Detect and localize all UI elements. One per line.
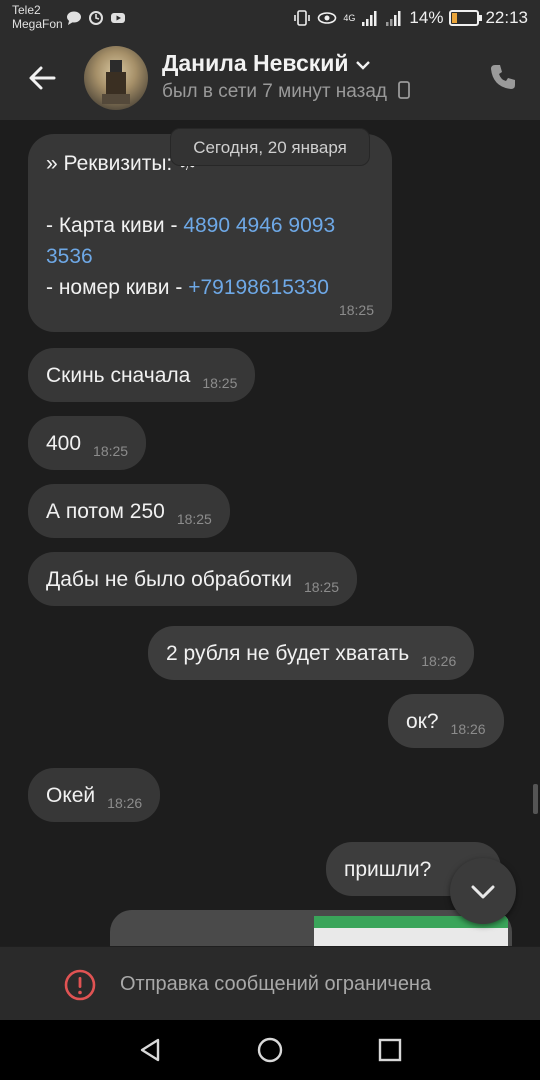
battery-icon <box>449 10 483 26</box>
network-type: 4G <box>343 13 356 23</box>
system-nav-bar <box>0 1020 540 1080</box>
chevron-down-icon[interactable] <box>355 60 371 70</box>
message-time: 18:26 <box>107 795 143 811</box>
message-time: 18:26 <box>450 721 486 737</box>
message-bubble-outgoing[interactable]: ок? 18:26 <box>388 694 504 748</box>
phone-number-link[interactable]: +79198615330 <box>188 276 329 299</box>
carrier-labels: Tele2 MegaFon <box>12 3 63 31</box>
message-line: 3536 <box>46 241 374 272</box>
message-bubble[interactable]: Дабы не было обработки 18:25 <box>28 552 357 606</box>
last-seen-text: был в сети 7 минут назад <box>162 81 388 102</box>
contact-name[interactable]: Данила Невский <box>162 50 371 77</box>
message-time: 18:25 <box>303 579 339 595</box>
nav-recents-icon[interactable] <box>376 1036 404 1064</box>
message-text: Окей <box>46 784 96 807</box>
message-time: 18:25 <box>93 443 129 459</box>
screen: Tele2 MegaFon 4G 14% 22:13 Данила Невски… <box>0 0 540 1080</box>
scroll-down-button[interactable] <box>450 858 516 924</box>
carrier-1: Tele2 <box>12 3 41 17</box>
message-bubble[interactable]: Окей 18:26 <box>28 768 161 822</box>
notification-icons <box>66 10 126 26</box>
warning-icon <box>64 969 96 1001</box>
restricted-banner: Отправка сообщений ограничена <box>0 946 540 1020</box>
avatar-figure-icon <box>102 60 130 104</box>
vibrate-icon <box>294 10 311 26</box>
message-time: 18:26 <box>421 653 457 669</box>
date-pill: Сегодня, 20 января <box>170 128 370 166</box>
message-text: Скинь сначала <box>46 364 191 387</box>
contact-name-text: Данила Невский <box>162 50 349 76</box>
signal-icon <box>362 11 377 26</box>
message-text: 2 рубля не будет хватать <box>166 642 410 665</box>
battery-percent: 14% <box>409 8 444 27</box>
back-arrow-icon[interactable] <box>24 60 60 96</box>
phone-label: - номер киви - <box>46 276 189 299</box>
phone-call-icon[interactable] <box>488 62 518 92</box>
message-bubble[interactable]: 400 18:25 <box>28 416 147 470</box>
message-bubble[interactable]: А потом 250 18:25 <box>28 484 230 538</box>
message-bubble-outgoing[interactable]: 2 рубля не будет хватать 18:26 <box>148 626 475 680</box>
chat-bubble-icon <box>67 11 81 25</box>
youtube-icon <box>111 13 125 23</box>
message-text: А потом 250 <box>46 500 165 523</box>
chevron-down-icon <box>471 885 495 899</box>
chat-header: Данила Невский был в сети 7 минут назад <box>0 38 540 120</box>
message-line: - номер киви - +79198615330 <box>46 272 374 303</box>
message-bubble[interactable]: Скинь сначала 18:25 <box>28 348 256 402</box>
nav-home-icon[interactable] <box>256 1036 284 1064</box>
card-label: - Карта киви - <box>46 214 184 237</box>
clock: 22:13 <box>485 8 528 27</box>
nav-back-icon[interactable] <box>136 1036 164 1064</box>
message-time: 18:25 <box>338 302 374 318</box>
message-line: - Карта киви - 4890 4946 9093 <box>46 210 374 241</box>
message-list[interactable]: » Реквизиты: ☘ - Карта киви - 4890 4946 … <box>0 120 540 946</box>
scrollbar[interactable] <box>533 784 538 814</box>
card-number-link-2[interactable]: 3536 <box>46 245 93 268</box>
message-empty-line <box>46 179 374 210</box>
last-seen: был в сети 7 минут назад <box>162 81 411 103</box>
message-text: 400 <box>46 432 82 455</box>
eye-icon <box>318 12 337 24</box>
message-time: 18:25 <box>176 511 212 527</box>
message-time: 18:25 <box>202 375 238 391</box>
card-number-link-1[interactable]: 4890 4946 9093 <box>183 214 335 237</box>
avatar[interactable] <box>84 46 148 110</box>
mobile-device-icon <box>398 81 411 99</box>
signal-2-icon <box>386 11 401 26</box>
carrier-2: MegaFon <box>12 17 63 31</box>
sync-icon <box>89 11 103 25</box>
message-text: Дабы не было обработки <box>46 568 292 591</box>
message-text: ок? <box>406 710 439 733</box>
restricted-text: Отправка сообщений ограничена <box>120 973 432 995</box>
status-bar: Tele2 MegaFon 4G 14% 22:13 <box>0 0 540 38</box>
message-text: пришли? <box>344 858 432 881</box>
status-right: 4G 14% 22:13 <box>293 8 528 28</box>
